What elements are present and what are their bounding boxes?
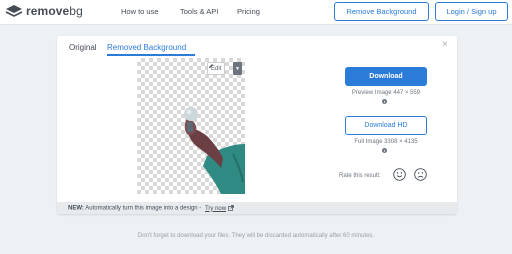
result-card: × Original Removed Background Edit ▼ Dow… xyxy=(57,36,457,214)
close-icon[interactable]: × xyxy=(442,39,448,50)
try-now-link[interactable]: Try now xyxy=(205,206,226,212)
banner-new-badge: NEW: xyxy=(68,205,84,212)
login-signup-button[interactable]: Login / Sign up xyxy=(435,2,508,21)
full-image-size: Full Image 3308 × 4135 xyxy=(354,139,418,145)
hand-holding-bulb-image xyxy=(184,107,245,194)
remove-background-button[interactable]: Remove Background xyxy=(334,2,429,21)
layers-logo-icon xyxy=(5,5,23,17)
design-promo-banner: NEW: Automatically turn this image into … xyxy=(57,202,457,214)
nav-tools-api[interactable]: Tools & API xyxy=(180,7,218,16)
download-hd-button[interactable]: Download HD xyxy=(345,116,427,135)
result-preview-image: Edit ▼ xyxy=(137,58,245,194)
logo-text: removebg xyxy=(26,4,83,18)
pencil-icon xyxy=(209,64,213,68)
external-link-icon xyxy=(227,205,234,211)
info-icon-hd[interactable]: i xyxy=(382,148,387,153)
tab-removed-background[interactable]: Removed Background xyxy=(107,43,186,52)
tab-original[interactable]: Original xyxy=(69,43,97,52)
top-navigation-bar: removebg How to use Tools & API Pricing … xyxy=(0,0,512,25)
logo[interactable]: removebg xyxy=(5,4,83,18)
happy-face-icon[interactable] xyxy=(393,168,406,181)
chevron-down-icon: ▼ xyxy=(235,65,240,72)
nav-how-to-use[interactable]: How to use xyxy=(121,7,159,16)
sad-face-icon[interactable] xyxy=(414,168,427,181)
preview-image-size: Preview Image 447 × 559 xyxy=(351,90,421,96)
download-button[interactable]: Download xyxy=(345,67,427,86)
active-tab-indicator xyxy=(107,54,195,56)
footer-note: Don't forget to download your files. The… xyxy=(137,233,375,239)
edit-button[interactable]: Edit xyxy=(207,62,226,75)
banner-text: Automatically turn this image into a des… xyxy=(85,205,202,212)
nav-pricing[interactable]: Pricing xyxy=(237,7,260,16)
edit-dropdown-button[interactable]: ▼ xyxy=(233,62,242,75)
info-icon[interactable]: i xyxy=(382,99,387,104)
rate-label: Rate this result: xyxy=(339,173,381,179)
